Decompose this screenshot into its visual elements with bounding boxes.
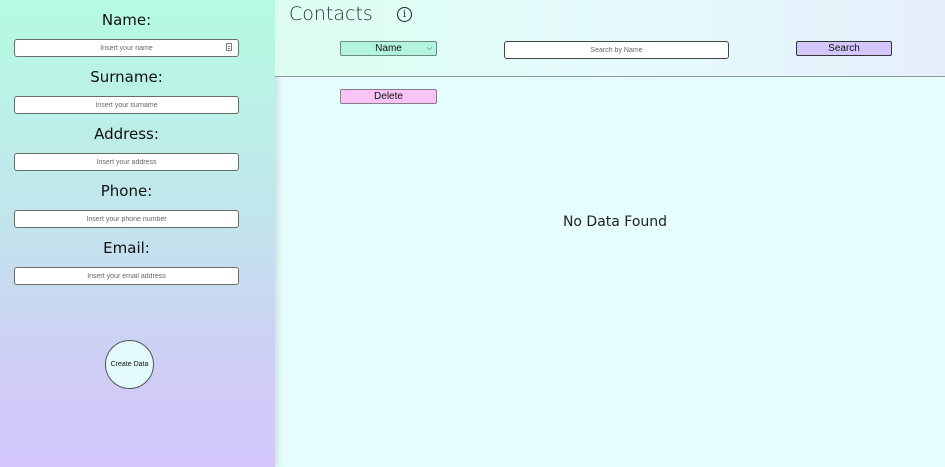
email-label: Email:: [103, 239, 150, 257]
phone-input[interactable]: [14, 210, 239, 228]
info-icon[interactable]: i: [397, 7, 412, 22]
toolbar-header: Contacts i Name ⌵ Search: [275, 0, 945, 77]
contact-form-sidebar: Name: Surname: Address: Phone: Email: Cr…: [0, 0, 275, 467]
address-input[interactable]: [14, 153, 239, 171]
create-data-button[interactable]: Create Data: [105, 340, 154, 389]
contact-card-icon: [226, 43, 232, 51]
name-label: Name:: [101, 11, 152, 29]
search-button[interactable]: Search: [796, 41, 892, 56]
empty-state-message: No Data Found: [562, 214, 668, 230]
address-label: Address:: [94, 125, 159, 143]
email-input[interactable]: [14, 267, 239, 285]
chevron-down-icon: ⌵: [426, 45, 432, 52]
search-field-select[interactable]: Name ⌵: [340, 41, 437, 56]
select-value: Name: [375, 43, 402, 54]
phone-label: Phone:: [100, 182, 153, 200]
surname-input[interactable]: [14, 96, 239, 114]
page-title: Contacts: [289, 3, 373, 25]
delete-button[interactable]: Delete: [340, 89, 437, 104]
search-input[interactable]: [504, 41, 729, 59]
surname-label: Surname:: [90, 68, 163, 86]
name-input[interactable]: [14, 39, 239, 57]
